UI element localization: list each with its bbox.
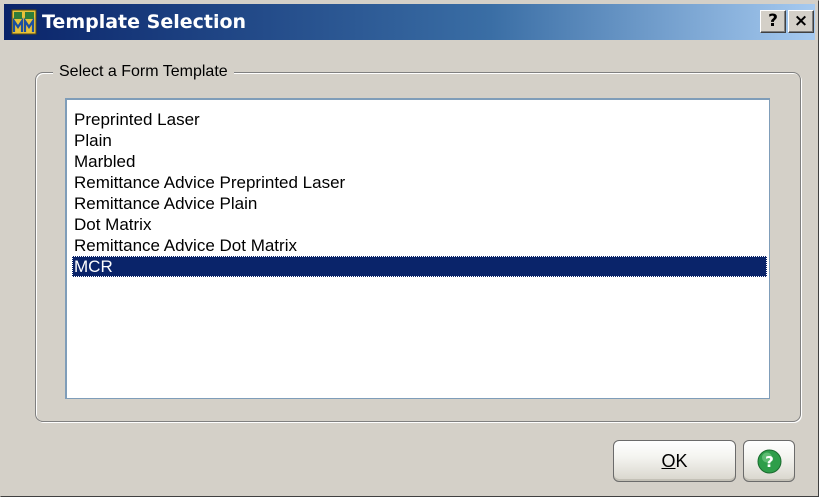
list-item[interactable]: Marbled bbox=[72, 151, 767, 172]
list-item[interactable]: Plain bbox=[72, 130, 767, 151]
template-selection-dialog: Template Selection ? × Select a Form Tem… bbox=[0, 0, 819, 497]
svg-text:?: ? bbox=[765, 453, 774, 471]
ok-button[interactable]: OK bbox=[613, 440, 736, 482]
mas-app-icon bbox=[11, 9, 37, 35]
list-item[interactable]: Remittance Advice Dot Matrix bbox=[72, 235, 767, 256]
caption-close-button[interactable]: × bbox=[788, 10, 814, 33]
group-label: Select a Form Template bbox=[53, 63, 234, 81]
ok-label-rest: K bbox=[675, 451, 688, 471]
list-item[interactable]: Remittance Advice Preprinted Laser bbox=[72, 172, 767, 193]
ok-mnemonic: O bbox=[661, 451, 676, 471]
title-bar[interactable]: Template Selection ? × bbox=[4, 4, 815, 40]
help-button[interactable]: ? bbox=[743, 440, 795, 482]
help-icon: ? bbox=[757, 449, 782, 474]
window-title: Template Selection bbox=[42, 11, 247, 33]
list-item-selected[interactable]: MCR bbox=[72, 256, 767, 277]
template-listbox[interactable]: Preprinted Laser Plain Marbled Remittanc… bbox=[65, 98, 770, 399]
list-item[interactable]: Preprinted Laser bbox=[72, 109, 767, 130]
caption-help-button[interactable]: ? bbox=[760, 10, 786, 33]
list-item[interactable]: Remittance Advice Plain bbox=[72, 193, 767, 214]
list-item[interactable]: Dot Matrix bbox=[72, 214, 767, 235]
